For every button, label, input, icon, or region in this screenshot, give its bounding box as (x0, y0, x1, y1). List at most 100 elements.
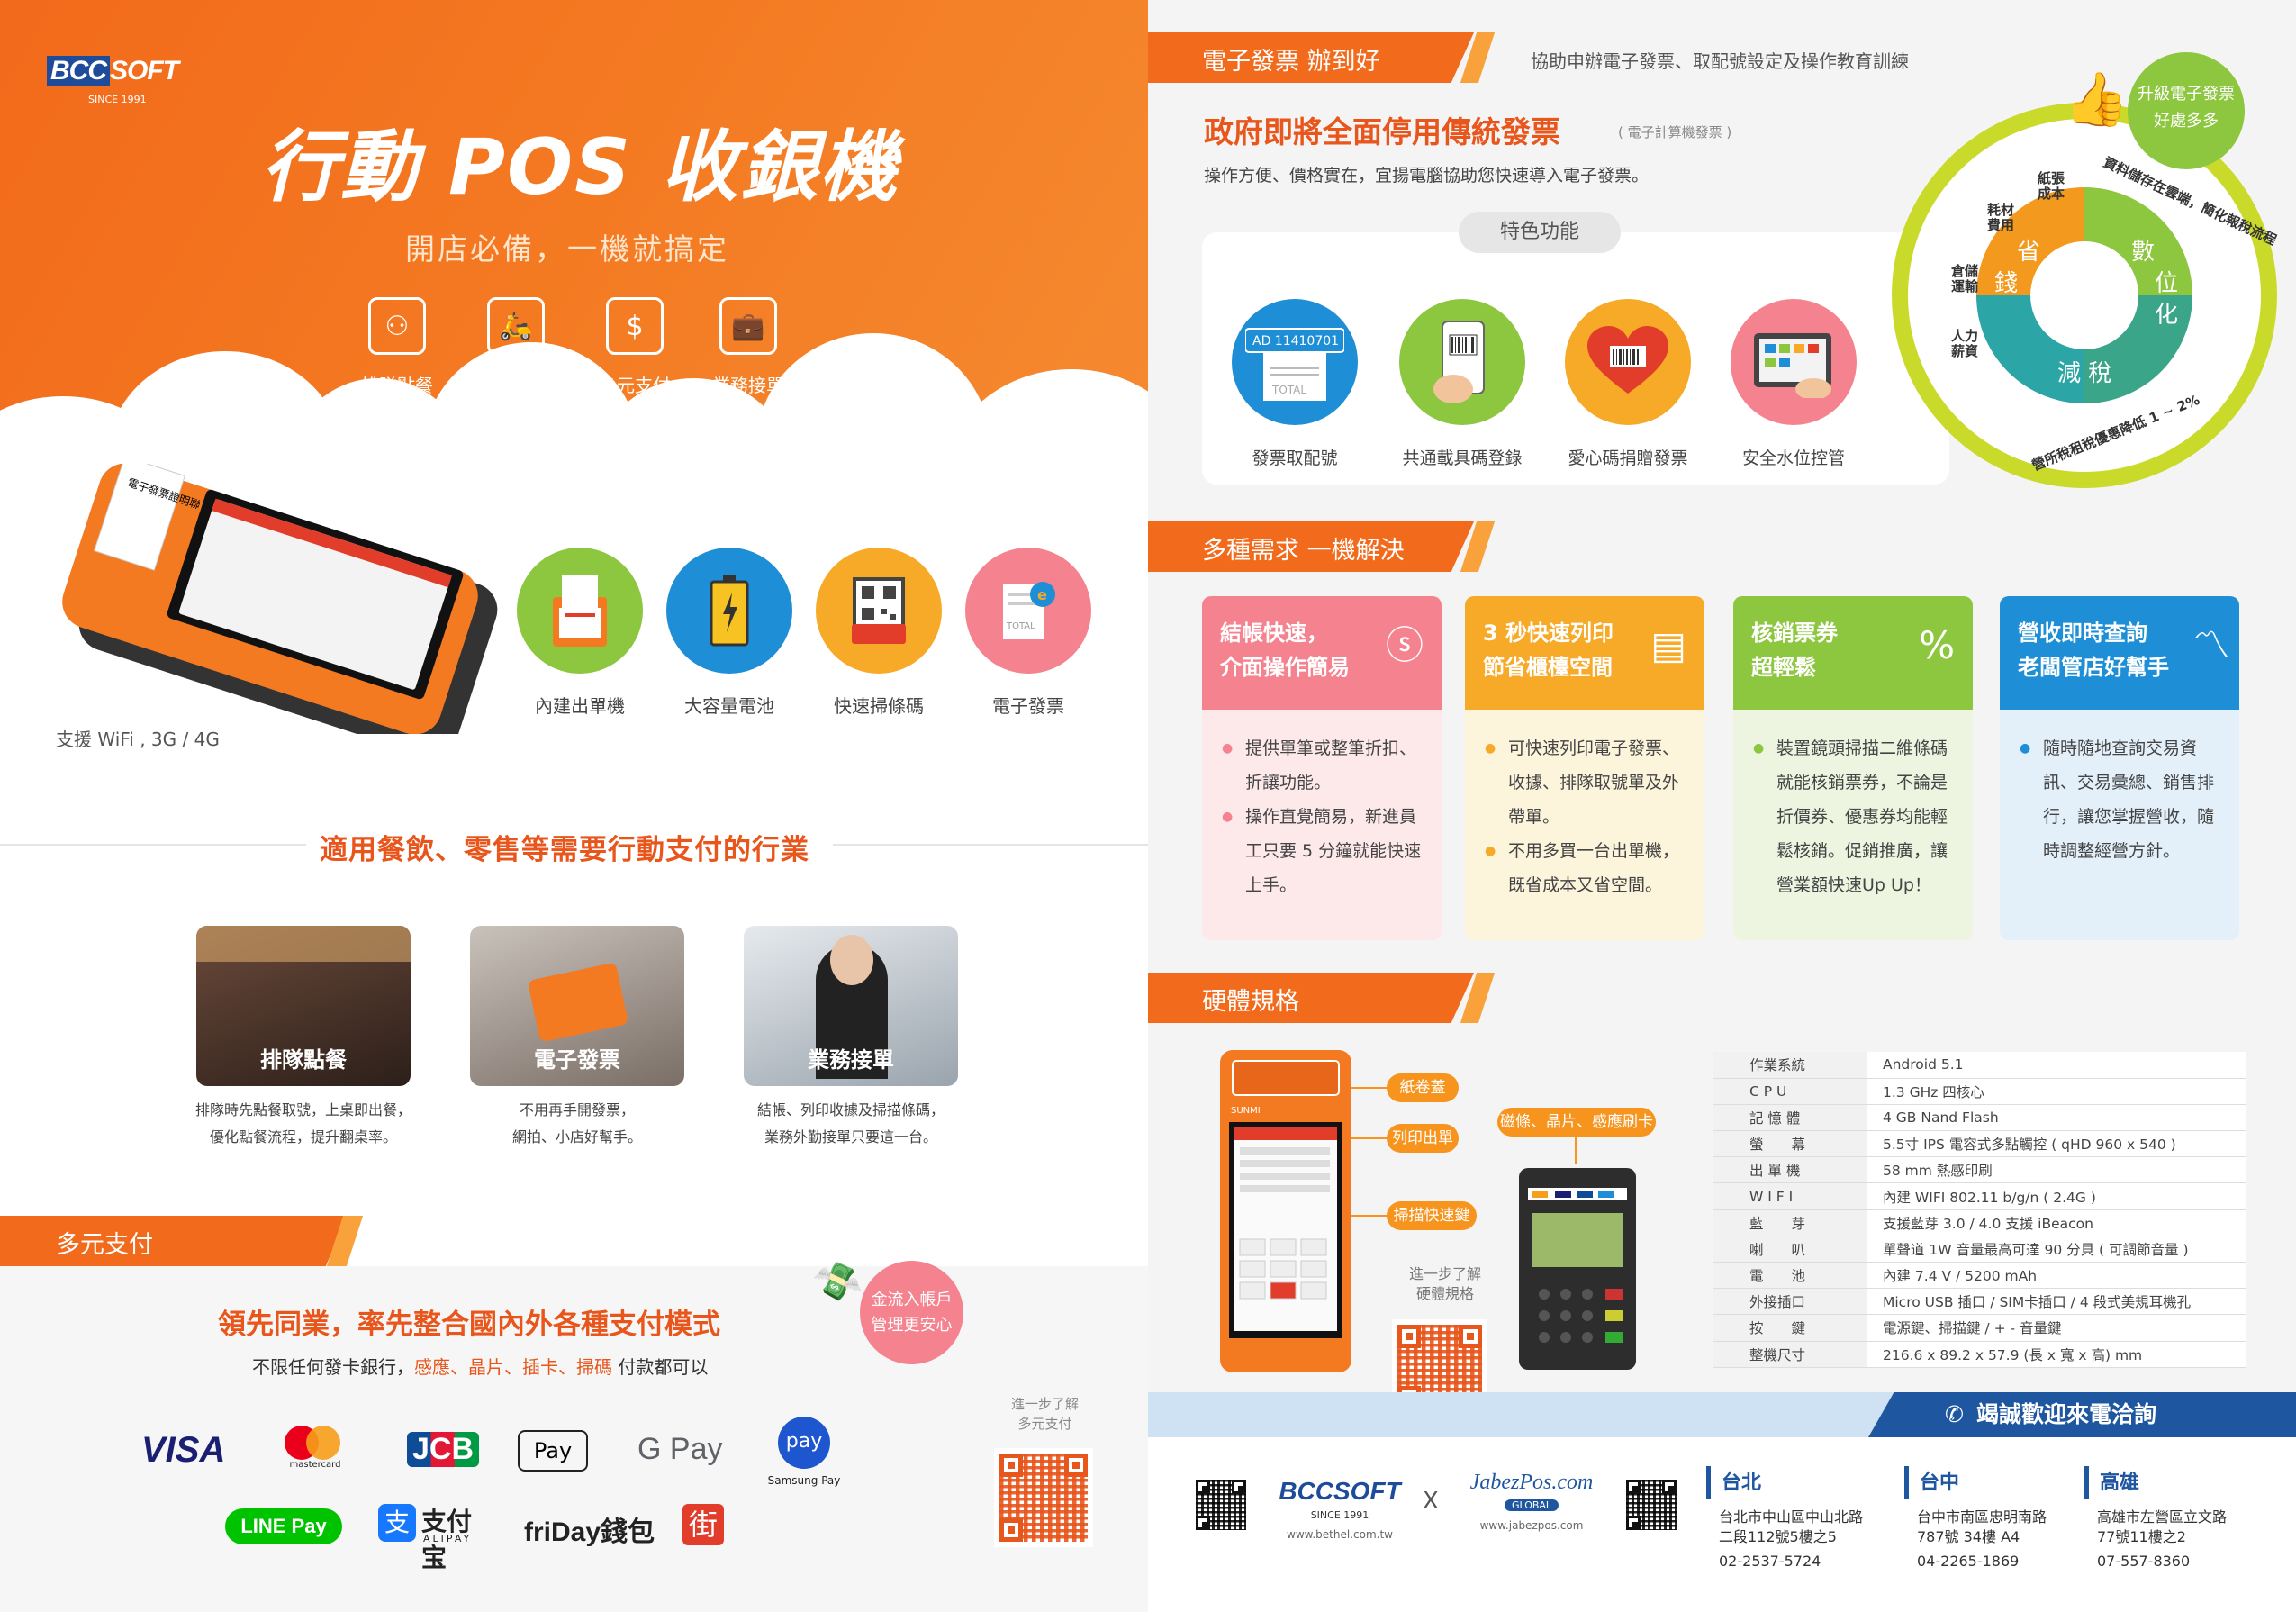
spec-value: 內建 7.4 V / 5200 mAh (1867, 1262, 2246, 1290)
need-card-header: 3 秒快速列印 節省櫃檯空間 ▤ (1465, 596, 1704, 710)
upgrade-line: 升級電子發票 (2138, 85, 2235, 104)
office-taichung: 台中 台中市南區忠明南路 787號 34樓 A4 04-2265-1869 (1904, 1466, 2047, 1570)
office-phone[interactable]: 02-2537-5724 (1706, 1553, 1863, 1570)
spec-value: 內建 WIFI 802.11 b/g/n ( 2.4G ) (1867, 1182, 2246, 1210)
payment-subtitle: 不限任何發卡銀行，感應、晶片、插卡、掃碼 付款都可以 (252, 1353, 708, 1379)
spec-value: 電源鍵、掃描鍵 / + - 音量鍵 (1867, 1314, 2246, 1342)
spec-key: 出 單 機 (1713, 1156, 1867, 1184)
office-city: 台北 (1706, 1466, 1863, 1499)
need-card-coupon: 核銷票券 超輕鬆 % 裝置鏡頭掃描二維條碼就能核銷票券，不論是折價券、優惠券均能… (1733, 596, 1973, 940)
need-card-list: 提供單筆或整筆折扣、折讓功能。 操作直覺簡易，新進員工只要 5 分鐘就能快速上手… (1202, 710, 1442, 902)
office-address: 高雄市左營區立文路 77號11樓之2 (2084, 1508, 2227, 1547)
upgrade-badge: 升級電子發票 好處多多 (2128, 52, 2245, 169)
payment-section-label: 多元支付 (56, 1231, 153, 1259)
svg-text:TOTAL: TOTAL (1271, 384, 1306, 396)
need-card-item: 隨時隨地查詢交易資訊、交易彙總、銷售排行，讓您掌握營收，隨時調整經營方針。 (2020, 731, 2230, 868)
need-card-header: 核銷票券 超輕鬆 % (1733, 596, 1973, 710)
office-city: 台中 (1904, 1466, 2047, 1499)
industry-card-label: 電子發票 (534, 1047, 620, 1073)
visa-logo: VISA (141, 1430, 226, 1470)
bccsoft-logo: BCCSOFT (1279, 1477, 1401, 1505)
spec-row: W I F I 內建 WIFI 802.11 b/g/n ( 2.4G ) (1713, 1182, 2246, 1210)
industry-desc: 排隊時先點餐取號，上桌即出餐， 優化點餐流程，提升翻桌率。 (168, 1097, 438, 1151)
spec-row: C P U 1.3 GHz 四核心 (1713, 1078, 2246, 1105)
payment-sub-post: 付款都可以 (612, 1356, 709, 1378)
need-card-header: 營收即時查詢 老闆管店好幫手 〽 (2000, 596, 2239, 710)
payment-sub-pre: 不限任何發卡銀行， (252, 1356, 414, 1378)
donut-digital-label3: 化 (2155, 302, 2178, 329)
hero-feature-label: 業務接單 (712, 375, 784, 396)
spec-key: W I F I (1713, 1182, 1867, 1210)
need-card-list: 可快速列印電子發票、收據、排隊取號單及外帶單。 不用多買一台出單機，既省成本又省… (1465, 710, 1704, 902)
need-card-revenue: 營收即時查詢 老闆管店好幫手 〽 隨時隨地查詢交易資訊、交易彙總、銷售排行，讓您… (2000, 596, 2239, 940)
office-phone[interactable]: 07-557-8360 (2084, 1553, 2227, 1570)
spec-value: 支援藍芽 3.0 / 4.0 支援 iBeacon (1867, 1209, 2246, 1236)
hero-subtitle: 開店必備，一機就搞定 (405, 231, 729, 267)
bccsoft-url[interactable]: www.bethel.com.tw (1268, 1528, 1412, 1541)
features-pill: 特色功能 (1459, 212, 1621, 253)
office-city: 高雄 (2084, 1466, 2227, 1499)
spec-row: 記 憶 體4 GB Nand Flash (1713, 1104, 2246, 1132)
mobile-barcode-icon (1399, 299, 1525, 425)
payment-title: 領先同業，率先整合國內外各種支付模式 (218, 1309, 720, 1341)
cost-label-paper: 紙張 (2038, 170, 2065, 186)
industry-card-business: 業務接單 (744, 926, 958, 1086)
spec-key: 作業系統 (1713, 1052, 1867, 1079)
spec-key: C P U (1713, 1078, 1867, 1105)
office-address: 台中市南區忠明南路 787號 34樓 A4 (1904, 1508, 2047, 1547)
hardware-section-label: 硬體規格 (1202, 988, 1299, 1016)
e-invoice-icon: TOTAL e (965, 548, 1091, 674)
collab-x: X (1423, 1488, 1439, 1515)
spec-value: 4 GB Nand Flash (1867, 1104, 2246, 1132)
briefcase-icon: 💼 (719, 297, 777, 355)
industry-desc-line: 網拍、小店好幫手。 (511, 1128, 642, 1146)
donut-save-label2: 錢 (1994, 270, 2018, 297)
spec-value: 58 mm 熱感印刷 (1867, 1156, 2246, 1184)
invoice-number-icon: TOTAL AD 11410701 (1232, 299, 1358, 425)
spec-key: 按 鍵 (1713, 1314, 1867, 1342)
feature-safety-stock: 安全水位控管 (1717, 299, 1870, 469)
gov-small-note: ( 電子計算機發票 ) (1618, 124, 1732, 140)
office-phone[interactable]: 04-2265-1869 (1904, 1553, 2047, 1570)
thumbs-up-icon: 👍 (2064, 68, 2129, 130)
einvoice-section-label: 電子發票 辦到好 (1202, 48, 1380, 76)
phone-icon: ✆ (1945, 1401, 1964, 1427)
payment-more-info: 進一步了解 多元支付 (989, 1394, 1101, 1434)
bccsoft-qr-code[interactable] (1193, 1477, 1249, 1533)
hero-feature-label: 多元支付 (599, 375, 671, 396)
feature-carrier-code: 共通載具碼登錄 (1386, 299, 1539, 469)
spec-key: 記 憶 體 (1713, 1104, 1867, 1132)
hardware-more-info: 進一步了解 硬體規格 (1391, 1264, 1499, 1304)
need-card-list: 隨時隨地查詢交易資訊、交易彙總、銷售排行，讓您掌握營收，隨時調整經營方針。 (2000, 710, 2239, 868)
jabezpos-logo: JabezPos.com (1469, 1471, 1594, 1494)
spec-row: 整機尺寸 216.6 x 89.2 x 57.9 (長 x 寬 x 高) mm (1713, 1341, 2246, 1368)
payment-qr-code[interactable] (994, 1448, 1093, 1547)
spec-key: 藍 芽 (1713, 1209, 1867, 1236)
divider (0, 844, 306, 846)
device-feature-label: 快速掃條碼 (834, 695, 924, 717)
device-feature-label: 大容量電池 (684, 695, 774, 717)
more-info-line: 進一步了解 (1408, 1265, 1481, 1282)
feature-label: 愛心碼捐贈發票 (1568, 448, 1688, 468)
divider (833, 844, 1148, 846)
industry-title: 適用餐飲、零售等需要行動支付的行業 (320, 834, 809, 866)
printer-icon: ▤ (1650, 623, 1686, 667)
svg-text:SUNMI: SUNMI (1231, 1106, 1261, 1116)
google-pay-logo: G Pay (637, 1432, 723, 1466)
jabezpos-global: GLOBAL (1504, 1499, 1559, 1511)
hero-feature-business: 💼 業務接單 (690, 297, 807, 397)
need-card-item: 裝置鏡頭掃描二維條碼就能核銷票券，不論是折價券、優惠券均能輕鬆核銷。促銷推廣，讓… (1753, 731, 1964, 902)
samsung-pay-text: Samsung Pay (767, 1474, 841, 1487)
jabezpos-url[interactable]: www.jabezpos.com (1460, 1519, 1604, 1532)
contact-tag: ✆ 竭誠歡迎來電洽詢 (1868, 1392, 2296, 1437)
hero-feature-queue: ⚇ 排隊點餐 (339, 297, 456, 397)
line-pay-logo: LINE Pay (225, 1508, 342, 1544)
hero-feature-label: 外送外賣 (480, 375, 552, 396)
industry-card-label: 業務接單 (808, 1047, 894, 1073)
cost-label-storage2: 運輸 (1951, 278, 1979, 294)
jabezpos-qr-code[interactable] (1623, 1477, 1679, 1533)
spec-value: 單聲道 1W 音量最高可達 90 分貝 ( 可調節音量 ) (1867, 1236, 2246, 1263)
office-taipei: 台北 台北市中山區中山北路 二段112號5樓之5 02-2537-5724 (1706, 1466, 1863, 1570)
need-card-list: 裝置鏡頭掃描二維條碼就能核銷票券，不論是折價券、優惠券均能輕鬆核銷。促銷推廣，讓… (1733, 710, 1973, 902)
friday-wallet-logo: friDay錢包 (524, 1517, 655, 1547)
